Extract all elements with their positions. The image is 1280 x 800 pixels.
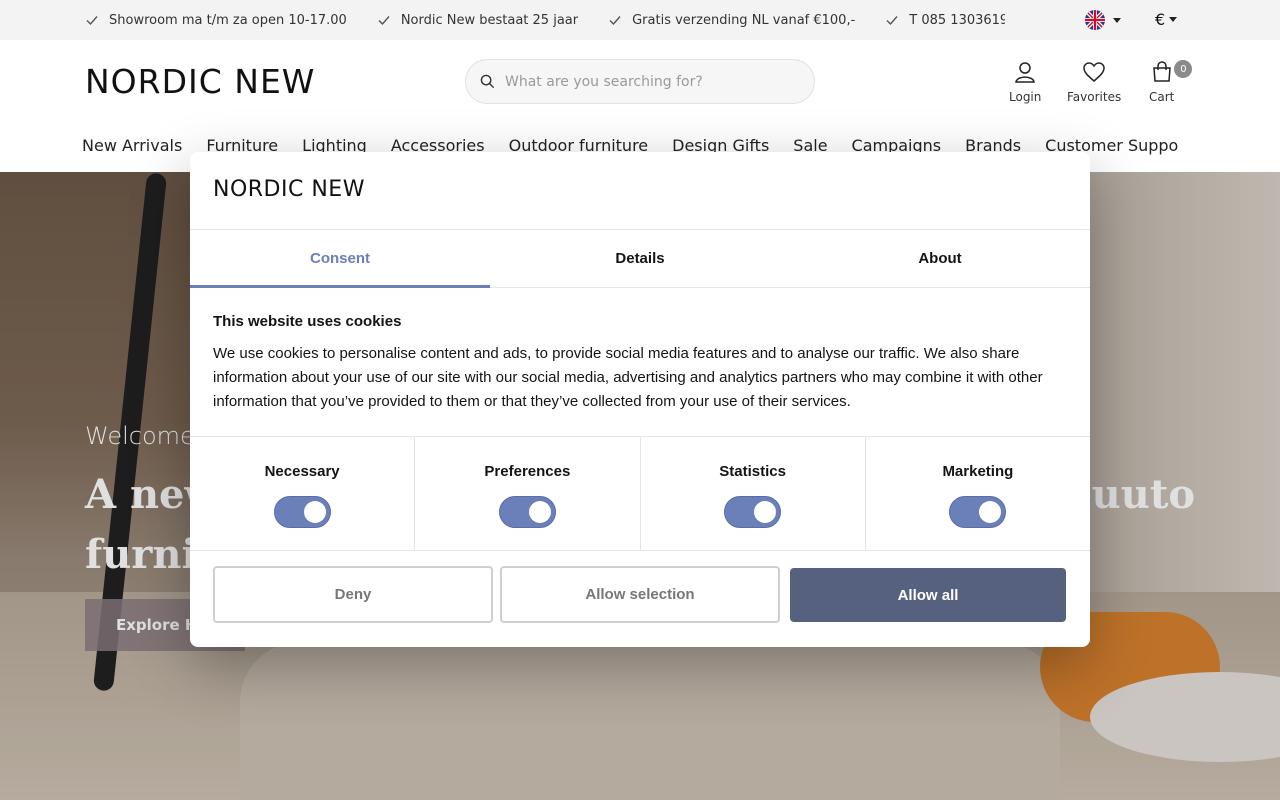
login-button[interactable]: Login <box>1009 60 1041 104</box>
dialog-description: We use cookies to personalise content an… <box>213 345 1043 410</box>
tab-consent[interactable]: Consent <box>190 230 490 288</box>
user-icon <box>1015 62 1036 83</box>
usp-item: Gratis verzending NL vanaf €100,- <box>608 13 855 28</box>
category-label: Preferences <box>484 463 571 480</box>
toggle-knob <box>303 501 326 523</box>
dialog-tabs: Consent Details About <box>190 229 1090 288</box>
toggle-knob <box>528 501 551 523</box>
dialog-logo: NORDIC NEW <box>213 177 365 202</box>
usp-item: T 085 1303619 info@r <box>885 13 1005 28</box>
category-statistics: Statistics <box>641 437 866 550</box>
necessary-toggle[interactable] <box>273 496 331 528</box>
cart-button[interactable]: Cart 0 <box>1149 60 1193 104</box>
site-logo[interactable]: NORDIC NEW <box>85 62 315 101</box>
category-marketing: Marketing <box>866 437 1090 550</box>
currency-selector[interactable]: € <box>1155 10 1178 29</box>
check-icon <box>86 16 98 26</box>
usp-text: Nordic New bestaat 25 jaar <box>400 12 579 28</box>
marketing-toggle[interactable] <box>949 496 1007 528</box>
usp-list: Showroom ma t/m za open 10-17.00 Nordic … <box>85 0 1005 40</box>
category-preferences: Preferences <box>415 437 641 550</box>
chevron-down-icon <box>1113 17 1121 23</box>
usp-text: Gratis verzending NL vanaf €100,- <box>632 12 856 28</box>
shopping-bag-icon <box>1152 61 1171 82</box>
search-icon <box>480 74 495 89</box>
category-label: Necessary <box>264 463 340 480</box>
usp-text: T 085 1303619 info@r <box>909 12 1005 28</box>
language-selector[interactable] <box>1085 10 1121 30</box>
login-label: Login <box>1009 90 1042 104</box>
category-label: Marketing <box>942 463 1014 480</box>
search-bar[interactable] <box>465 59 815 104</box>
cookie-categories: Necessary Preferences Statistics Marketi… <box>190 436 1090 551</box>
favorites-button[interactable]: Favorites <box>1067 60 1121 104</box>
check-icon <box>378 16 390 26</box>
category-label: Statistics <box>719 463 786 480</box>
preferences-toggle[interactable] <box>498 496 556 528</box>
top-bar: Showroom ma t/m za open 10-17.00 Nordic … <box>0 0 1280 40</box>
deny-button[interactable]: Deny <box>213 566 493 623</box>
cookie-consent-dialog: NORDIC NEW Consent Details About This we… <box>190 152 1090 647</box>
nav-item-new-arrivals[interactable]: New Arrivals <box>82 136 182 166</box>
chevron-down-icon <box>1169 17 1178 22</box>
heart-icon <box>1083 62 1105 82</box>
category-necessary: Necessary <box>190 437 416 550</box>
dialog-title: This website uses cookies <box>213 313 402 330</box>
toggle-knob <box>754 501 777 523</box>
usp-item: Nordic New bestaat 25 jaar <box>377 13 578 28</box>
statistics-toggle[interactable] <box>724 496 782 528</box>
favorites-label: Favorites <box>1067 90 1122 104</box>
check-icon <box>886 16 898 26</box>
usp-item: Showroom ma t/m za open 10-17.00 <box>85 13 347 28</box>
currency-symbol: € <box>1155 10 1166 29</box>
tab-about[interactable]: About <box>790 230 1090 287</box>
usp-text: Showroom ma t/m za open 10-17.00 <box>109 12 347 28</box>
cart-label: Cart <box>1149 90 1175 104</box>
toggle-knob <box>979 501 1002 523</box>
allow-selection-button[interactable]: Allow selection <box>500 566 780 623</box>
uk-flag-icon <box>1085 10 1105 30</box>
check-icon <box>609 16 621 26</box>
cart-count-badge: 0 <box>1174 60 1193 78</box>
tab-details[interactable]: Details <box>490 230 790 287</box>
search-input[interactable] <box>505 73 785 90</box>
allow-all-button[interactable]: Allow all <box>790 568 1066 622</box>
